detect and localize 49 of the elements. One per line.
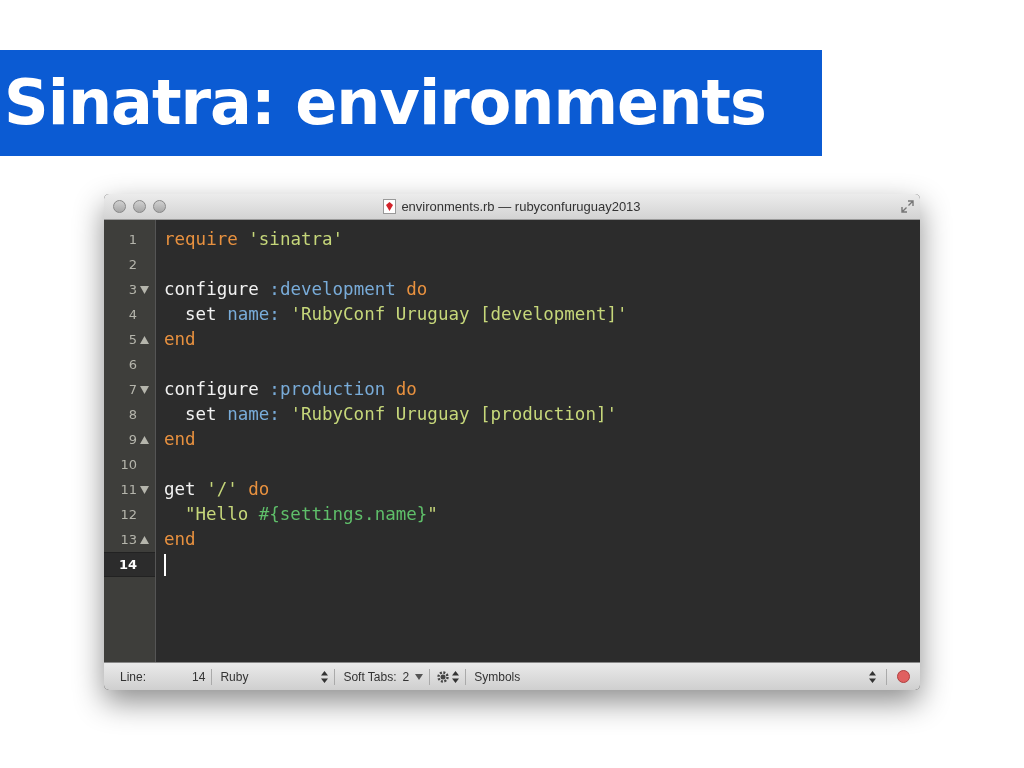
line-number: 14	[118, 555, 137, 574]
close-button[interactable]	[113, 200, 126, 213]
fold-up-icon[interactable]	[139, 435, 149, 444]
line-number: 4	[128, 305, 137, 324]
line-number: 6	[128, 355, 137, 374]
line-number: 8	[128, 405, 137, 424]
fold-down-icon[interactable]	[139, 285, 149, 294]
line-number-value: 14	[192, 668, 206, 686]
code-line: get '/' do	[164, 478, 270, 501]
window-title: environments.rb — rubyconfuruguay2013	[401, 197, 641, 216]
line-label: Line:	[120, 668, 147, 686]
line-number: 10	[120, 455, 137, 474]
minimize-button[interactable]	[133, 200, 146, 213]
code-line: "Hello #{settings.name}"	[185, 503, 438, 526]
macro-record-button[interactable]	[897, 670, 910, 683]
symbols-selector[interactable]: Symbols	[466, 667, 886, 686]
code-line: end	[164, 528, 196, 551]
up-down-icon	[869, 670, 876, 683]
line-number: 11	[120, 480, 137, 499]
code-line: end	[164, 328, 196, 351]
zoom-button[interactable]	[153, 200, 166, 213]
fold-up-icon[interactable]	[139, 335, 149, 344]
code-line: set name: 'RubyConf Uruguay [development]'	[185, 303, 628, 326]
line-number: 5	[128, 330, 137, 349]
fold-up-icon[interactable]	[139, 535, 149, 544]
line-number: 13	[120, 530, 137, 549]
up-down-icon	[452, 670, 460, 683]
settings-icon	[436, 669, 451, 684]
code-line: configure :production do	[164, 378, 417, 401]
fullscreen-icon[interactable]	[901, 200, 914, 213]
line-number: 12	[120, 505, 137, 524]
code-line: configure :development do	[164, 278, 428, 301]
line-number: 9	[128, 430, 137, 449]
soft-tabs-selector[interactable]: Soft Tabs: 2	[335, 667, 430, 686]
up-down-icon	[321, 670, 329, 683]
code-line: require 'sinatra'	[164, 228, 344, 251]
language-selector[interactable]: Ruby	[212, 667, 335, 686]
fold-down-icon[interactable]	[139, 485, 149, 494]
slide-title: Sinatra: environments	[0, 50, 822, 156]
ruby-file-icon	[383, 199, 397, 214]
text-cursor	[164, 553, 166, 576]
line-number: 3	[128, 280, 137, 299]
code-line: end	[164, 428, 196, 451]
line-number: 7	[128, 380, 137, 399]
code-line: set name: 'RubyConf Uruguay [production]'	[185, 403, 617, 426]
dropdown-icon	[415, 673, 424, 680]
line-number: 1	[128, 230, 137, 249]
line-number: 2	[128, 255, 137, 274]
fold-down-icon[interactable]	[139, 385, 149, 394]
